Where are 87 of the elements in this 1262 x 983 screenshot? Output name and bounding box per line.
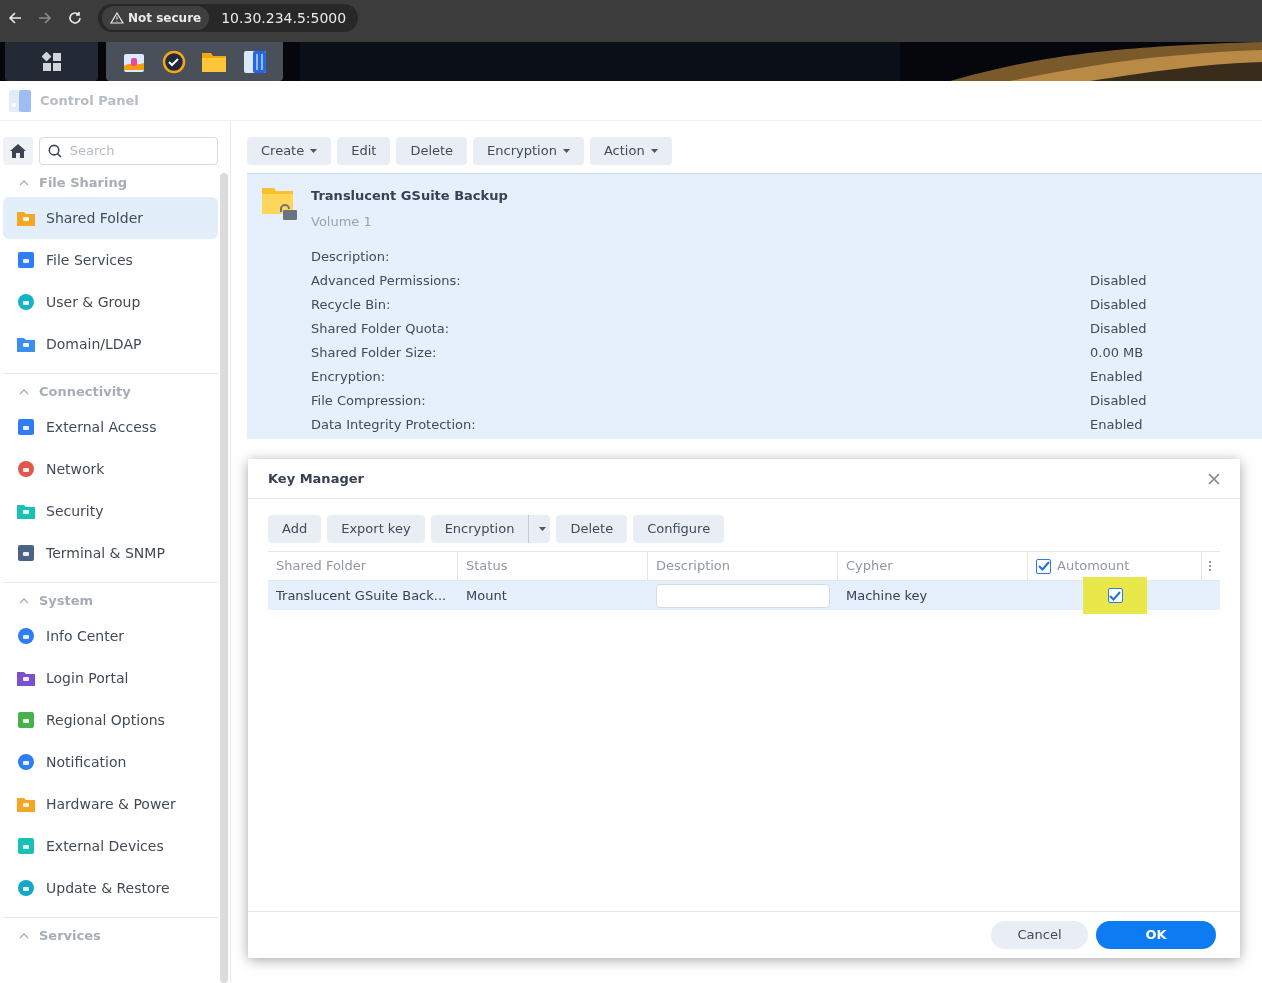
property-label: Data Integrity Protection: — [311, 416, 476, 435]
square-icon — [16, 417, 36, 437]
circle-icon — [16, 626, 36, 646]
sidebar-item[interactable]: Update & Restore — [3, 867, 218, 909]
main-menu-button[interactable] — [5, 42, 98, 81]
clock-icon[interactable] — [161, 49, 186, 74]
square-icon — [16, 250, 36, 270]
toolbar-button[interactable]: Create — [247, 137, 332, 165]
dialog-button[interactable]: OK — [1096, 921, 1216, 949]
search-input[interactable]: Search — [69, 141, 209, 161]
table-cell-text: Translucent GSuite Back... — [275, 586, 448, 605]
sidebar-item[interactable]: External Devices — [3, 825, 218, 867]
toolbar-button[interactable]: Add — [268, 515, 322, 543]
sidebar-item[interactable]: Network — [3, 448, 218, 490]
toolbar-button[interactable]: Export key — [327, 515, 425, 543]
sidebar-item[interactable]: File Services — [3, 239, 218, 281]
checkbox[interactable] — [1036, 558, 1051, 574]
control-panel-icon[interactable] — [243, 49, 268, 74]
toolbar-button[interactable]: Edit — [337, 137, 391, 165]
dialog-button[interactable]: Cancel — [991, 921, 1088, 949]
sidebar-item[interactable]: User & Group — [3, 281, 218, 323]
checkbox[interactable] — [1107, 588, 1123, 603]
sidebar-item[interactable]: Hardware & Power — [3, 783, 218, 825]
circle-icon — [16, 878, 36, 898]
split-button[interactable]: Encryption — [430, 515, 551, 543]
sidebar-item[interactable]: Regional Options — [3, 699, 218, 741]
sidebar-item[interactable]: Notification — [3, 741, 218, 783]
security-chip[interactable]: Not secure — [102, 6, 210, 30]
circle-icon — [16, 292, 36, 312]
property-label: Advanced Permissions: — [311, 272, 461, 291]
property-label: File Compression: — [311, 392, 426, 411]
sidebar-item[interactable]: Info Center — [3, 615, 218, 657]
more-icon[interactable] — [1208, 560, 1212, 572]
property-value: Enabled — [1090, 368, 1144, 387]
square-icon — [16, 543, 36, 563]
chevron-icon — [19, 598, 29, 604]
back-icon[interactable] — [8, 11, 22, 25]
property-value: Enabled — [1090, 416, 1144, 435]
sidebar-item[interactable]: Domain/LDAP — [3, 323, 218, 365]
property-value: 0.00 MB — [1090, 344, 1145, 363]
forward-icon[interactable] — [38, 11, 52, 25]
sidebar-item[interactable]: External Access — [3, 406, 218, 448]
square-icon — [16, 710, 36, 730]
property-label: Recycle Bin: — [311, 296, 391, 315]
caret-icon — [539, 527, 547, 531]
dialog-title: Key Manager — [268, 469, 364, 488]
search-field[interactable]: Search — [39, 137, 218, 165]
property-label: Description: — [311, 248, 390, 267]
property-value: Disabled — [1090, 272, 1148, 291]
volume-label: Volume 1 — [311, 212, 373, 231]
circle-icon — [16, 459, 36, 479]
folder-name: Translucent GSuite Backup — [311, 187, 509, 205]
reload-icon[interactable] — [68, 11, 82, 25]
address-text[interactable]: 10.30.234.5:5000 — [221, 7, 359, 29]
description-field[interactable] — [656, 583, 830, 608]
window-title: Control Panel — [40, 91, 139, 110]
scrollbar[interactable] — [220, 173, 228, 983]
toolbar-button[interactable]: Configure — [633, 515, 725, 543]
property-value: Disabled — [1090, 392, 1148, 411]
home-icon — [10, 144, 26, 158]
property-label: Shared Folder Quota: — [311, 320, 450, 339]
sidebar-item[interactable]: Terminal & SNMP — [3, 532, 218, 574]
table-cell-text: Mount — [465, 586, 508, 605]
toolbar-button[interactable]: Delete — [556, 515, 628, 543]
property-value: Disabled — [1090, 296, 1148, 315]
sidebar-item[interactable]: Shared Folder — [3, 197, 218, 239]
toolbar-button[interactable]: Action — [589, 137, 672, 165]
chevron-icon — [19, 389, 29, 395]
grid-icon — [41, 51, 62, 72]
toolbar-button[interactable]: Encryption — [473, 137, 584, 165]
warning-icon — [110, 12, 124, 24]
property-label: Encryption: — [311, 368, 386, 387]
chevron-icon — [19, 180, 29, 186]
sidebar-item[interactable]: Security — [3, 490, 218, 532]
square-icon — [16, 836, 36, 856]
circle-icon — [16, 752, 36, 772]
control-panel-icon — [8, 88, 32, 113]
chevron-icon — [19, 933, 29, 939]
table-cell-text: Machine key — [845, 586, 929, 605]
locked-folder-icon — [261, 186, 299, 220]
property-value: Disabled — [1090, 320, 1148, 339]
home-button[interactable] — [3, 137, 33, 165]
property-label: Shared Folder Size: — [311, 344, 437, 363]
toolbar-button[interactable]: Delete — [396, 137, 468, 165]
search-icon — [48, 143, 62, 159]
close-icon[interactable] — [1208, 472, 1220, 485]
sidebar-item[interactable]: Login Portal — [3, 657, 218, 699]
